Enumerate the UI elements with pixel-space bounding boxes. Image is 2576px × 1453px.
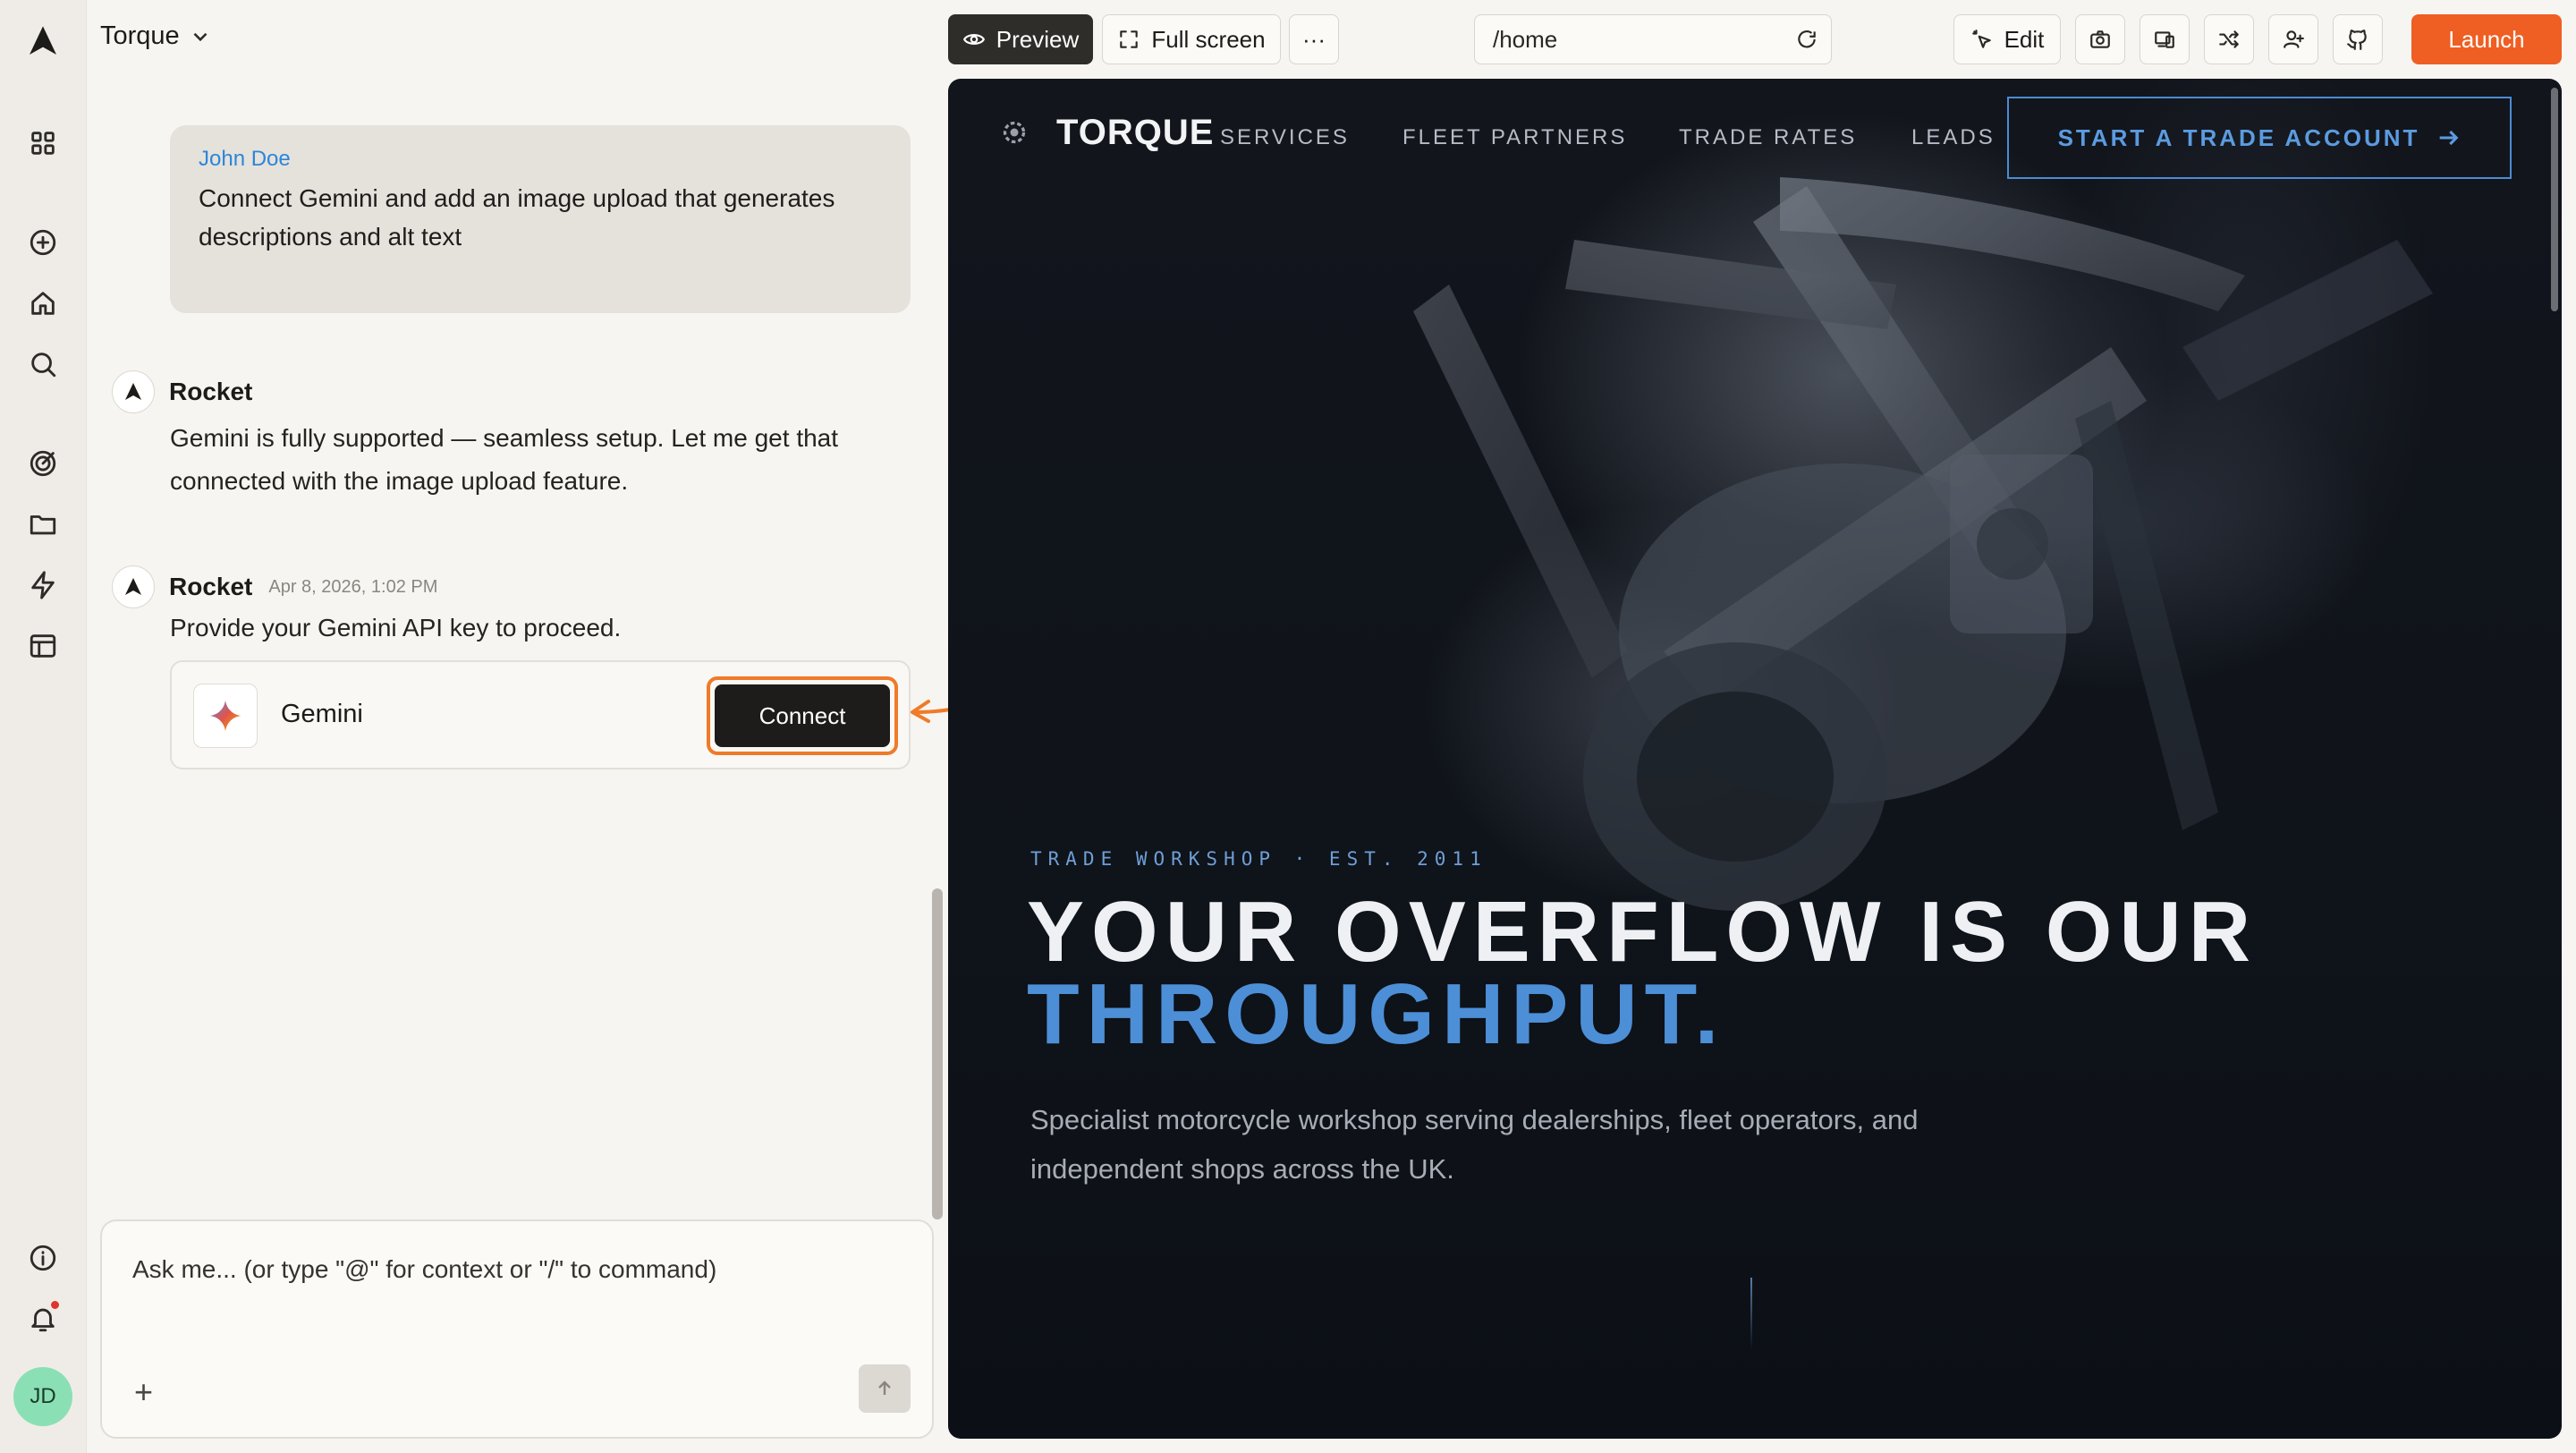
- nav-link-services[interactable]: SERVICES: [1220, 125, 1350, 150]
- search-icon[interactable]: [25, 346, 61, 382]
- devices-button[interactable]: [2140, 14, 2190, 64]
- user-message: John Doe Connect Gemini and add an image…: [170, 125, 911, 313]
- lightning-icon[interactable]: [25, 567, 61, 603]
- github-button[interactable]: [2333, 14, 2383, 64]
- invite-user-button[interactable]: [2268, 14, 2318, 64]
- site-navbar: TORQUE SERVICES FLEET PARTNERS TRADE RAT…: [948, 79, 2562, 204]
- connect-highlight: Connect: [707, 676, 898, 755]
- eye-icon: [962, 34, 985, 45]
- target-icon[interactable]: [25, 446, 61, 481]
- refresh-icon[interactable]: [1795, 28, 1818, 51]
- user-plus-icon: [2284, 30, 2304, 48]
- connect-button[interactable]: Connect: [715, 684, 890, 747]
- user-message-author: John Doe: [199, 147, 291, 171]
- shuffle-icon: [2219, 30, 2239, 48]
- hero-headline: YOUR OVERFLOW IS OUR THROUGHPUT.: [1027, 889, 2258, 1062]
- screenshot-button[interactable]: [2075, 14, 2125, 64]
- folder-icon[interactable]: [25, 506, 61, 542]
- url-text: /home: [1493, 25, 1558, 53]
- arrow-right-icon: [2440, 130, 2459, 146]
- new-plus-icon[interactable]: [25, 225, 61, 260]
- arrow-up-icon: [878, 1381, 891, 1395]
- hero-eyebrow: TRADE WORKSHOP · EST. 2011: [1030, 848, 1487, 870]
- bot-message-text: Provide your Gemini API key to proceed.: [170, 614, 622, 642]
- avatar[interactable]: JD: [13, 1367, 72, 1426]
- project-switcher[interactable]: Torque: [100, 21, 212, 51]
- gear-logo-icon: [1003, 121, 1026, 144]
- rocket-avatar-icon: [112, 370, 155, 413]
- motorcycle-frame-image: [1413, 177, 2433, 911]
- home-icon[interactable]: [25, 285, 61, 321]
- chevron-down-icon: [193, 32, 208, 41]
- bot-message: Rocket Gemini is fully supported — seaml…: [112, 370, 917, 503]
- gemini-integration-card: Gemini Connect: [170, 660, 911, 769]
- bot-name: Rocket: [169, 573, 253, 600]
- rocket-avatar-icon: [112, 565, 155, 608]
- chat-scrollbar[interactable]: [932, 888, 943, 1219]
- edit-label: Edit: [2004, 25, 2045, 53]
- edit-button[interactable]: Edit: [1953, 14, 2061, 64]
- send-button[interactable]: [859, 1364, 911, 1413]
- nav-link-trade-rates[interactable]: TRADE RATES: [1679, 125, 1857, 150]
- nav-link-leads[interactable]: LEADS: [1911, 125, 1996, 150]
- trade-account-cta[interactable]: START A TRADE ACCOUNT: [2007, 97, 2512, 179]
- composer-input[interactable]: Ask me... (or type "@" for context or "/…: [132, 1255, 716, 1284]
- layout-icon[interactable]: [25, 628, 61, 664]
- left-rail: JD: [0, 0, 87, 1453]
- bell-icon[interactable]: [25, 1301, 61, 1337]
- site-logo[interactable]: TORQUE: [1056, 113, 1214, 153]
- bot-message-text: Gemini is fully supported — seamless set…: [170, 424, 839, 495]
- fullscreen-button[interactable]: Full screen: [1102, 14, 1281, 64]
- more-label: ···: [1302, 25, 1326, 53]
- headline-line-2: THROUGHPUT.: [1027, 966, 1726, 1062]
- nav-link-fleet-partners[interactable]: FLEET PARTNERS: [1402, 125, 1627, 150]
- site-preview[interactable]: TORQUE SERVICES FLEET PARTNERS TRADE RAT…: [948, 79, 2562, 1439]
- cursor-click-icon: [1971, 30, 1991, 48]
- preview-scrollbar[interactable]: [2551, 88, 2558, 311]
- expand-icon: [1120, 30, 1139, 48]
- project-name: Torque: [100, 21, 180, 50]
- rocket-logo-icon[interactable]: [25, 23, 61, 59]
- fullscreen-label: Full screen: [1151, 25, 1266, 53]
- notification-dot: [51, 1301, 59, 1309]
- bot-name: Rocket: [169, 378, 253, 405]
- message-timestamp: Apr 8, 2026, 1:02 PM: [268, 576, 438, 597]
- shuffle-button[interactable]: [2204, 14, 2254, 64]
- cta-label: START A TRADE ACCOUNT: [2057, 123, 2420, 151]
- devices-icon: [2155, 31, 2174, 48]
- hero-subcopy: Specialist motorcycle workshop serving d…: [1030, 1104, 1919, 1185]
- camera-icon: [2090, 30, 2110, 48]
- preview-button[interactable]: Preview: [948, 14, 1093, 64]
- chat-composer[interactable]: Ask me... (or type "@" for context or "/…: [100, 1219, 934, 1439]
- headline-line-1: YOUR OVERFLOW IS OUR: [1027, 884, 2258, 980]
- grid-icon[interactable]: [25, 125, 61, 161]
- more-options-button[interactable]: ···: [1289, 14, 1339, 64]
- integration-name: Gemini: [281, 700, 363, 728]
- info-icon[interactable]: [25, 1240, 61, 1276]
- gemini-sparkle-icon: [193, 684, 258, 748]
- user-message-text: Connect Gemini and add an image upload t…: [199, 184, 835, 251]
- bot-message: Rocket Apr 8, 2026, 1:02 PM Provide your…: [112, 565, 917, 650]
- github-icon: [2347, 30, 2367, 50]
- launch-button[interactable]: Launch: [2411, 14, 2562, 64]
- add-attachment-button[interactable]: +: [134, 1373, 153, 1411]
- scroll-indicator: [1750, 1278, 1752, 1349]
- preview-label: Preview: [996, 25, 1080, 53]
- url-bar[interactable]: /home: [1474, 14, 1832, 64]
